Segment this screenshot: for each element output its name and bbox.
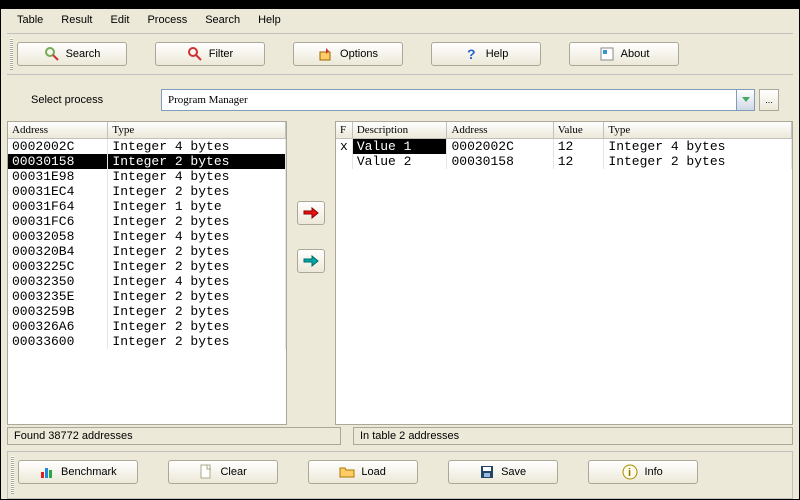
transfer-buttons bbox=[291, 121, 331, 425]
chevron-down-icon bbox=[742, 97, 750, 103]
table-row[interactable]: 00031EC4Integer 2 bytes bbox=[8, 184, 286, 199]
load-label: Load bbox=[361, 466, 385, 478]
about-label: About bbox=[621, 48, 650, 60]
magnifier-icon bbox=[44, 46, 60, 62]
menu-help[interactable]: Help bbox=[250, 12, 289, 28]
options-button[interactable]: Options bbox=[293, 42, 403, 66]
benchmark-label: Benchmark bbox=[61, 466, 117, 478]
search-label: Search bbox=[66, 48, 101, 60]
clear-button[interactable]: Clear bbox=[168, 460, 278, 484]
table-row[interactable]: 00031E98Integer 4 bytes bbox=[8, 169, 286, 184]
table-pane: F Description Address Value Type xValue … bbox=[335, 121, 793, 425]
table-row[interactable]: 00033600Integer 2 bytes bbox=[8, 334, 286, 349]
table-row[interactable]: 00032058Integer 4 bytes bbox=[8, 229, 286, 244]
options-icon bbox=[318, 46, 334, 62]
table-row[interactable]: xValue 10002002C12Integer 4 bytes bbox=[336, 139, 792, 155]
table-row[interactable]: 00031FC6Integer 2 bytes bbox=[8, 214, 286, 229]
table-row[interactable]: 0003235EInteger 2 bytes bbox=[8, 289, 286, 304]
status-right: In table 2 addresses bbox=[353, 427, 793, 445]
col-address[interactable]: Address bbox=[8, 122, 108, 139]
arrow-right-icon bbox=[303, 207, 319, 219]
about-button[interactable]: About bbox=[569, 42, 679, 66]
address-table: F Description Address Value Type xValue … bbox=[336, 122, 792, 169]
title-bar bbox=[1, 1, 799, 9]
filter-label: Filter bbox=[209, 48, 233, 60]
process-row: Select process ... bbox=[1, 81, 799, 121]
table-row[interactable]: 0003225CInteger 2 bytes bbox=[8, 259, 286, 274]
help-label: Help bbox=[486, 48, 509, 60]
status-row: Found 38772 addresses In table 2 address… bbox=[1, 425, 799, 449]
svg-text:?: ? bbox=[467, 46, 476, 62]
col-rtype[interactable]: Type bbox=[604, 122, 792, 139]
col-type[interactable]: Type bbox=[108, 122, 286, 139]
table-row[interactable]: 000326A6Integer 2 bytes bbox=[8, 319, 286, 334]
process-combo: ... bbox=[161, 89, 779, 111]
col-addr[interactable]: Address bbox=[447, 122, 553, 139]
results-scroll[interactable]: Address Type 0002002CInteger 4 bytes0003… bbox=[8, 122, 286, 424]
clear-label: Clear bbox=[220, 466, 246, 478]
table-row[interactable]: 0002002CInteger 4 bytes bbox=[8, 139, 286, 155]
col-f[interactable]: F bbox=[336, 122, 352, 139]
menu-search[interactable]: Search bbox=[197, 12, 248, 28]
help-button[interactable]: ? Help bbox=[431, 42, 541, 66]
info-icon: i bbox=[622, 464, 638, 480]
table-row[interactable]: 00031F64Integer 1 byte bbox=[8, 199, 286, 214]
page-icon bbox=[198, 464, 214, 480]
add-to-table-button[interactable] bbox=[297, 201, 325, 225]
status-left: Found 38772 addresses bbox=[7, 427, 341, 445]
results-pane: Address Type 0002002CInteger 4 bytes0003… bbox=[7, 121, 287, 425]
filter-button[interactable]: Filter bbox=[155, 42, 265, 66]
load-button[interactable]: Load bbox=[308, 460, 418, 484]
add-all-button[interactable] bbox=[297, 249, 325, 273]
table-row[interactable]: 00032350Integer 4 bytes bbox=[8, 274, 286, 289]
options-label: Options bbox=[340, 48, 378, 60]
process-label: Select process bbox=[31, 94, 141, 106]
menu-edit[interactable]: Edit bbox=[102, 12, 137, 28]
bottom-toolbar: Benchmark Clear Load Save i Info bbox=[7, 451, 793, 499]
menu-result[interactable]: Result bbox=[53, 12, 100, 28]
table-row[interactable]: 0003259BInteger 2 bytes bbox=[8, 304, 286, 319]
about-icon bbox=[599, 46, 615, 62]
table-scroll[interactable]: F Description Address Value Type xValue … bbox=[336, 122, 792, 424]
save-label: Save bbox=[501, 466, 526, 478]
process-input[interactable] bbox=[161, 89, 737, 111]
save-button[interactable]: Save bbox=[448, 460, 558, 484]
results-table: Address Type 0002002CInteger 4 bytes0003… bbox=[8, 122, 286, 349]
table-row[interactable]: Value 20003015812Integer 2 bytes bbox=[336, 154, 792, 169]
menu-process[interactable]: Process bbox=[139, 12, 195, 28]
menu-bar: Table Result Edit Process Search Help bbox=[1, 9, 799, 31]
main-area: Address Type 0002002CInteger 4 bytes0003… bbox=[1, 121, 799, 425]
col-desc[interactable]: Description bbox=[352, 122, 447, 139]
benchmark-button[interactable]: Benchmark bbox=[18, 460, 138, 484]
app-window: Table Result Edit Process Search Help Se… bbox=[0, 0, 800, 500]
table-row[interactable]: 00030158Integer 2 bytes bbox=[8, 154, 286, 169]
table-row[interactable]: 000320B4Integer 2 bytes bbox=[8, 244, 286, 259]
search-button[interactable]: Search bbox=[17, 42, 127, 66]
filter-icon bbox=[187, 46, 203, 62]
info-label: Info bbox=[644, 466, 662, 478]
chart-icon bbox=[39, 464, 55, 480]
top-toolbar: Search Filter Options ? Help About bbox=[7, 33, 793, 75]
folder-open-icon bbox=[339, 464, 355, 480]
help-icon: ? bbox=[464, 46, 480, 62]
menu-table[interactable]: Table bbox=[9, 12, 51, 28]
arrow-right-teal-icon bbox=[303, 255, 319, 267]
process-browse-button[interactable]: ... bbox=[759, 89, 779, 111]
svg-text:i: i bbox=[628, 467, 631, 479]
floppy-icon bbox=[479, 464, 495, 480]
info-button[interactable]: i Info bbox=[588, 460, 698, 484]
process-dropdown[interactable] bbox=[737, 89, 755, 111]
col-val[interactable]: Value bbox=[553, 122, 604, 139]
